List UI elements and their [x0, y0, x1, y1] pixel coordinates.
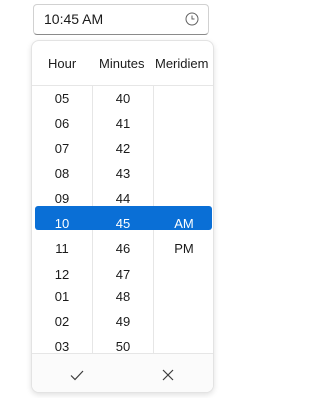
hour-header: Hour — [48, 56, 77, 71]
meridiem-option[interactable]: AM — [154, 215, 213, 233]
minute-option[interactable]: 48 — [93, 288, 153, 306]
minute-option[interactable]: 43 — [93, 165, 153, 183]
hour-option[interactable]: 06 — [32, 115, 92, 133]
picker-header: Hour Minutes Meridiem — [32, 41, 213, 86]
hour-option[interactable]: 08 — [32, 165, 92, 183]
minute-option[interactable]: 44 — [93, 190, 153, 208]
minutes-header: Minutes — [99, 56, 145, 71]
clock-icon[interactable] — [185, 12, 199, 26]
picker-footer — [32, 353, 213, 392]
meridiem-header: Meridiem — [155, 56, 209, 71]
hour-option[interactable]: 11 — [32, 240, 92, 258]
time-picker-popup: Hour Minutes Meridiem 05 06 07 08 09 10 11 12 01… — [31, 40, 214, 393]
minute-option[interactable]: 46 — [93, 240, 153, 258]
minute-option[interactable]: 45 — [93, 215, 153, 233]
hour-option[interactable]: 09 — [32, 190, 92, 208]
hour-option[interactable]: 02 — [32, 313, 92, 331]
hour-option[interactable]: 01 — [32, 288, 92, 306]
check-icon — [70, 370, 84, 381]
minute-option[interactable]: 40 — [93, 90, 153, 108]
hour-option[interactable]: 07 — [32, 140, 92, 158]
cancel-button[interactable] — [155, 362, 181, 388]
hour-option[interactable]: 05 — [32, 90, 92, 108]
minute-option[interactable]: 42 — [93, 140, 153, 158]
accept-button[interactable] — [64, 362, 90, 388]
minute-option[interactable]: 47 — [93, 266, 153, 284]
hour-option[interactable]: 10 — [32, 215, 92, 233]
time-input[interactable]: 10:45 AM — [33, 4, 209, 35]
minute-option[interactable]: 41 — [93, 115, 153, 133]
meridiem-option[interactable]: PM — [154, 240, 213, 258]
time-input-value: 10:45 AM — [44, 11, 104, 27]
hour-option[interactable]: 12 — [32, 266, 92, 284]
close-icon — [162, 369, 174, 381]
minute-option[interactable]: 49 — [93, 313, 153, 331]
